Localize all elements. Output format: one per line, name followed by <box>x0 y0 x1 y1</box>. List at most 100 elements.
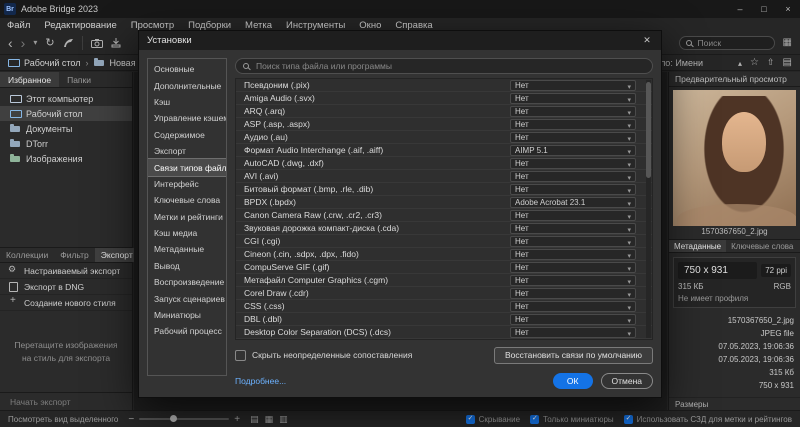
minimize-icon[interactable]: – <box>728 0 752 18</box>
association-dropdown[interactable]: Нет <box>510 222 636 234</box>
zoom-out-icon[interactable]: − <box>128 414 134 425</box>
close-icon[interactable]: × <box>776 0 800 18</box>
export-preset-item[interactable]: Создание нового стиля <box>0 295 132 311</box>
association-dropdown[interactable]: Нет <box>510 209 636 221</box>
panel-tab[interactable]: Папки <box>59 72 99 87</box>
export-preset-item[interactable]: Настраиваемый экспорт <box>0 263 132 279</box>
favorites-item[interactable]: DTorr <box>0 136 132 151</box>
association-dropdown[interactable]: Нет <box>510 248 636 260</box>
panel-tab[interactable]: Экспорт <box>94 248 139 262</box>
association-dropdown[interactable]: Нет <box>510 235 636 247</box>
preferences-nav-item[interactable]: Интерфейс <box>148 176 226 192</box>
checkbox-icon[interactable] <box>530 414 540 424</box>
start-export-button[interactable]: Начать экспорт <box>0 392 132 410</box>
export-preset-item[interactable]: Экспорт в DNG <box>0 279 132 295</box>
panel-tab[interactable]: Метаданные <box>669 240 727 252</box>
file-type-search-input[interactable] <box>254 60 645 72</box>
preferences-nav-item[interactable]: Связи типов файлов <box>148 158 226 177</box>
menu-item[interactable]: Справка <box>388 20 439 31</box>
checkbox-icon[interactable] <box>465 414 475 424</box>
toolbar-search[interactable] <box>678 36 775 50</box>
menu-item[interactable]: Просмотр <box>124 20 181 31</box>
status-option[interactable]: Только миниатюры <box>530 414 614 424</box>
association-dropdown[interactable]: Нет <box>510 131 636 143</box>
scrollbar-thumb[interactable] <box>646 82 651 178</box>
association-dropdown[interactable]: Нет <box>510 274 636 286</box>
association-dropdown[interactable]: Нет <box>510 170 636 182</box>
menu-item[interactable]: Инструменты <box>279 20 352 31</box>
menu-item[interactable]: Файл <box>0 20 37 31</box>
association-dropdown[interactable]: Нет <box>510 118 636 130</box>
upload-icon[interactable] <box>767 57 775 68</box>
favorites-item[interactable]: Рабочий стол <box>0 106 132 121</box>
association-dropdown[interactable]: Нет <box>510 313 636 325</box>
preferences-nav-item[interactable]: Управление кэшем <box>148 110 226 126</box>
association-dropdown[interactable]: Нет <box>510 183 636 195</box>
back-icon[interactable] <box>8 36 13 50</box>
preview-image[interactable] <box>673 90 796 226</box>
association-dropdown[interactable]: Нет <box>510 326 636 338</box>
preferences-nav-item[interactable]: Ключевые слова <box>148 192 226 208</box>
association-dropdown[interactable]: Нет <box>510 157 636 169</box>
preferences-nav-item[interactable]: Запуск сценариев <box>148 290 226 306</box>
forward-icon[interactable] <box>21 36 26 50</box>
zoom-handle[interactable] <box>169 415 177 422</box>
menu-item[interactable]: Подборки <box>181 20 238 31</box>
scrollbar[interactable] <box>646 80 651 338</box>
association-dropdown[interactable]: Нет <box>510 300 636 312</box>
grid-view-icon[interactable] <box>265 414 274 425</box>
learn-more-link[interactable]: Подробнее... <box>235 376 286 386</box>
file-type-search[interactable] <box>235 58 653 74</box>
preferences-nav-item[interactable]: Воспроизведение <box>148 274 226 290</box>
ok-button[interactable]: ОК <box>552 373 593 389</box>
association-dropdown[interactable]: Adobe Acrobat 23.1 <box>510 196 636 208</box>
rating-filter-icon[interactable] <box>750 57 759 68</box>
preferences-nav-item[interactable]: Основные <box>148 61 226 77</box>
detail-view-icon[interactable] <box>279 414 288 425</box>
camera-import-icon[interactable] <box>90 38 103 48</box>
preferences-nav-item[interactable]: Миниатюры <box>148 307 226 323</box>
association-dropdown[interactable]: Нет <box>510 287 636 299</box>
association-dropdown[interactable]: Нет <box>510 261 636 273</box>
association-dropdown[interactable]: AIMP 5.1 <box>510 144 636 156</box>
panel-tab[interactable]: Ключевые слова <box>726 240 798 252</box>
preferences-nav-item[interactable]: Дополнительные <box>148 77 226 93</box>
boomerang-icon[interactable] <box>63 38 74 48</box>
favorites-item[interactable]: Документы <box>0 121 132 136</box>
preferences-nav-item[interactable]: Экспорт <box>148 143 226 159</box>
preview-panel-tab[interactable]: Предварительный просмотр <box>669 72 800 87</box>
preferences-nav-item[interactable]: Метки и рейтинги <box>148 209 226 225</box>
menu-item[interactable]: Метка <box>238 20 279 31</box>
list-view-icon[interactable] <box>250 414 259 425</box>
import-icon[interactable] <box>111 38 121 48</box>
refresh-icon[interactable] <box>45 38 54 49</box>
preferences-nav-item[interactable]: Метаданные <box>148 241 226 257</box>
association-dropdown[interactable]: Нет <box>510 79 636 91</box>
search-input[interactable] <box>695 37 768 49</box>
menu-item[interactable]: Окно <box>352 20 388 31</box>
breadcrumb-item[interactable]: Рабочий стол <box>24 58 81 68</box>
status-option[interactable]: Скрывание <box>465 414 520 424</box>
cancel-button[interactable]: Отмена <box>600 373 653 389</box>
hide-undefined-checkbox[interactable] <box>235 349 246 361</box>
panel-tab[interactable]: Избранное <box>0 72 60 87</box>
checkbox-icon[interactable] <box>623 414 633 424</box>
maximize-icon[interactable]: □ <box>752 0 776 18</box>
dialog-close-icon[interactable]: ✕ <box>633 31 661 50</box>
panel-tab[interactable]: Фильтр <box>54 248 95 262</box>
association-dropdown[interactable]: Нет <box>510 92 636 104</box>
preferences-nav-item[interactable]: Кэш медиа <box>148 225 226 241</box>
workspace-icon[interactable] <box>783 38 792 48</box>
preferences-nav-item[interactable]: Рабочий процесс <box>148 323 226 339</box>
sort-direction-icon[interactable] <box>738 58 742 68</box>
restore-defaults-button[interactable]: Восстановить связи по умолчанию <box>493 346 653 364</box>
association-dropdown[interactable]: Нет <box>510 105 636 117</box>
preferences-nav-item[interactable]: Содержимое <box>148 127 226 143</box>
preferences-nav-item[interactable]: Вывод <box>148 258 226 274</box>
favorites-item[interactable]: Этот компьютер <box>0 91 132 106</box>
menu-item[interactable]: Редактирование <box>37 20 123 31</box>
zoom-track[interactable] <box>139 415 230 422</box>
recent-dropdown-icon[interactable] <box>33 39 37 47</box>
view-mode-icon[interactable] <box>783 57 792 68</box>
preferences-nav-item[interactable]: Кэш <box>148 94 226 110</box>
